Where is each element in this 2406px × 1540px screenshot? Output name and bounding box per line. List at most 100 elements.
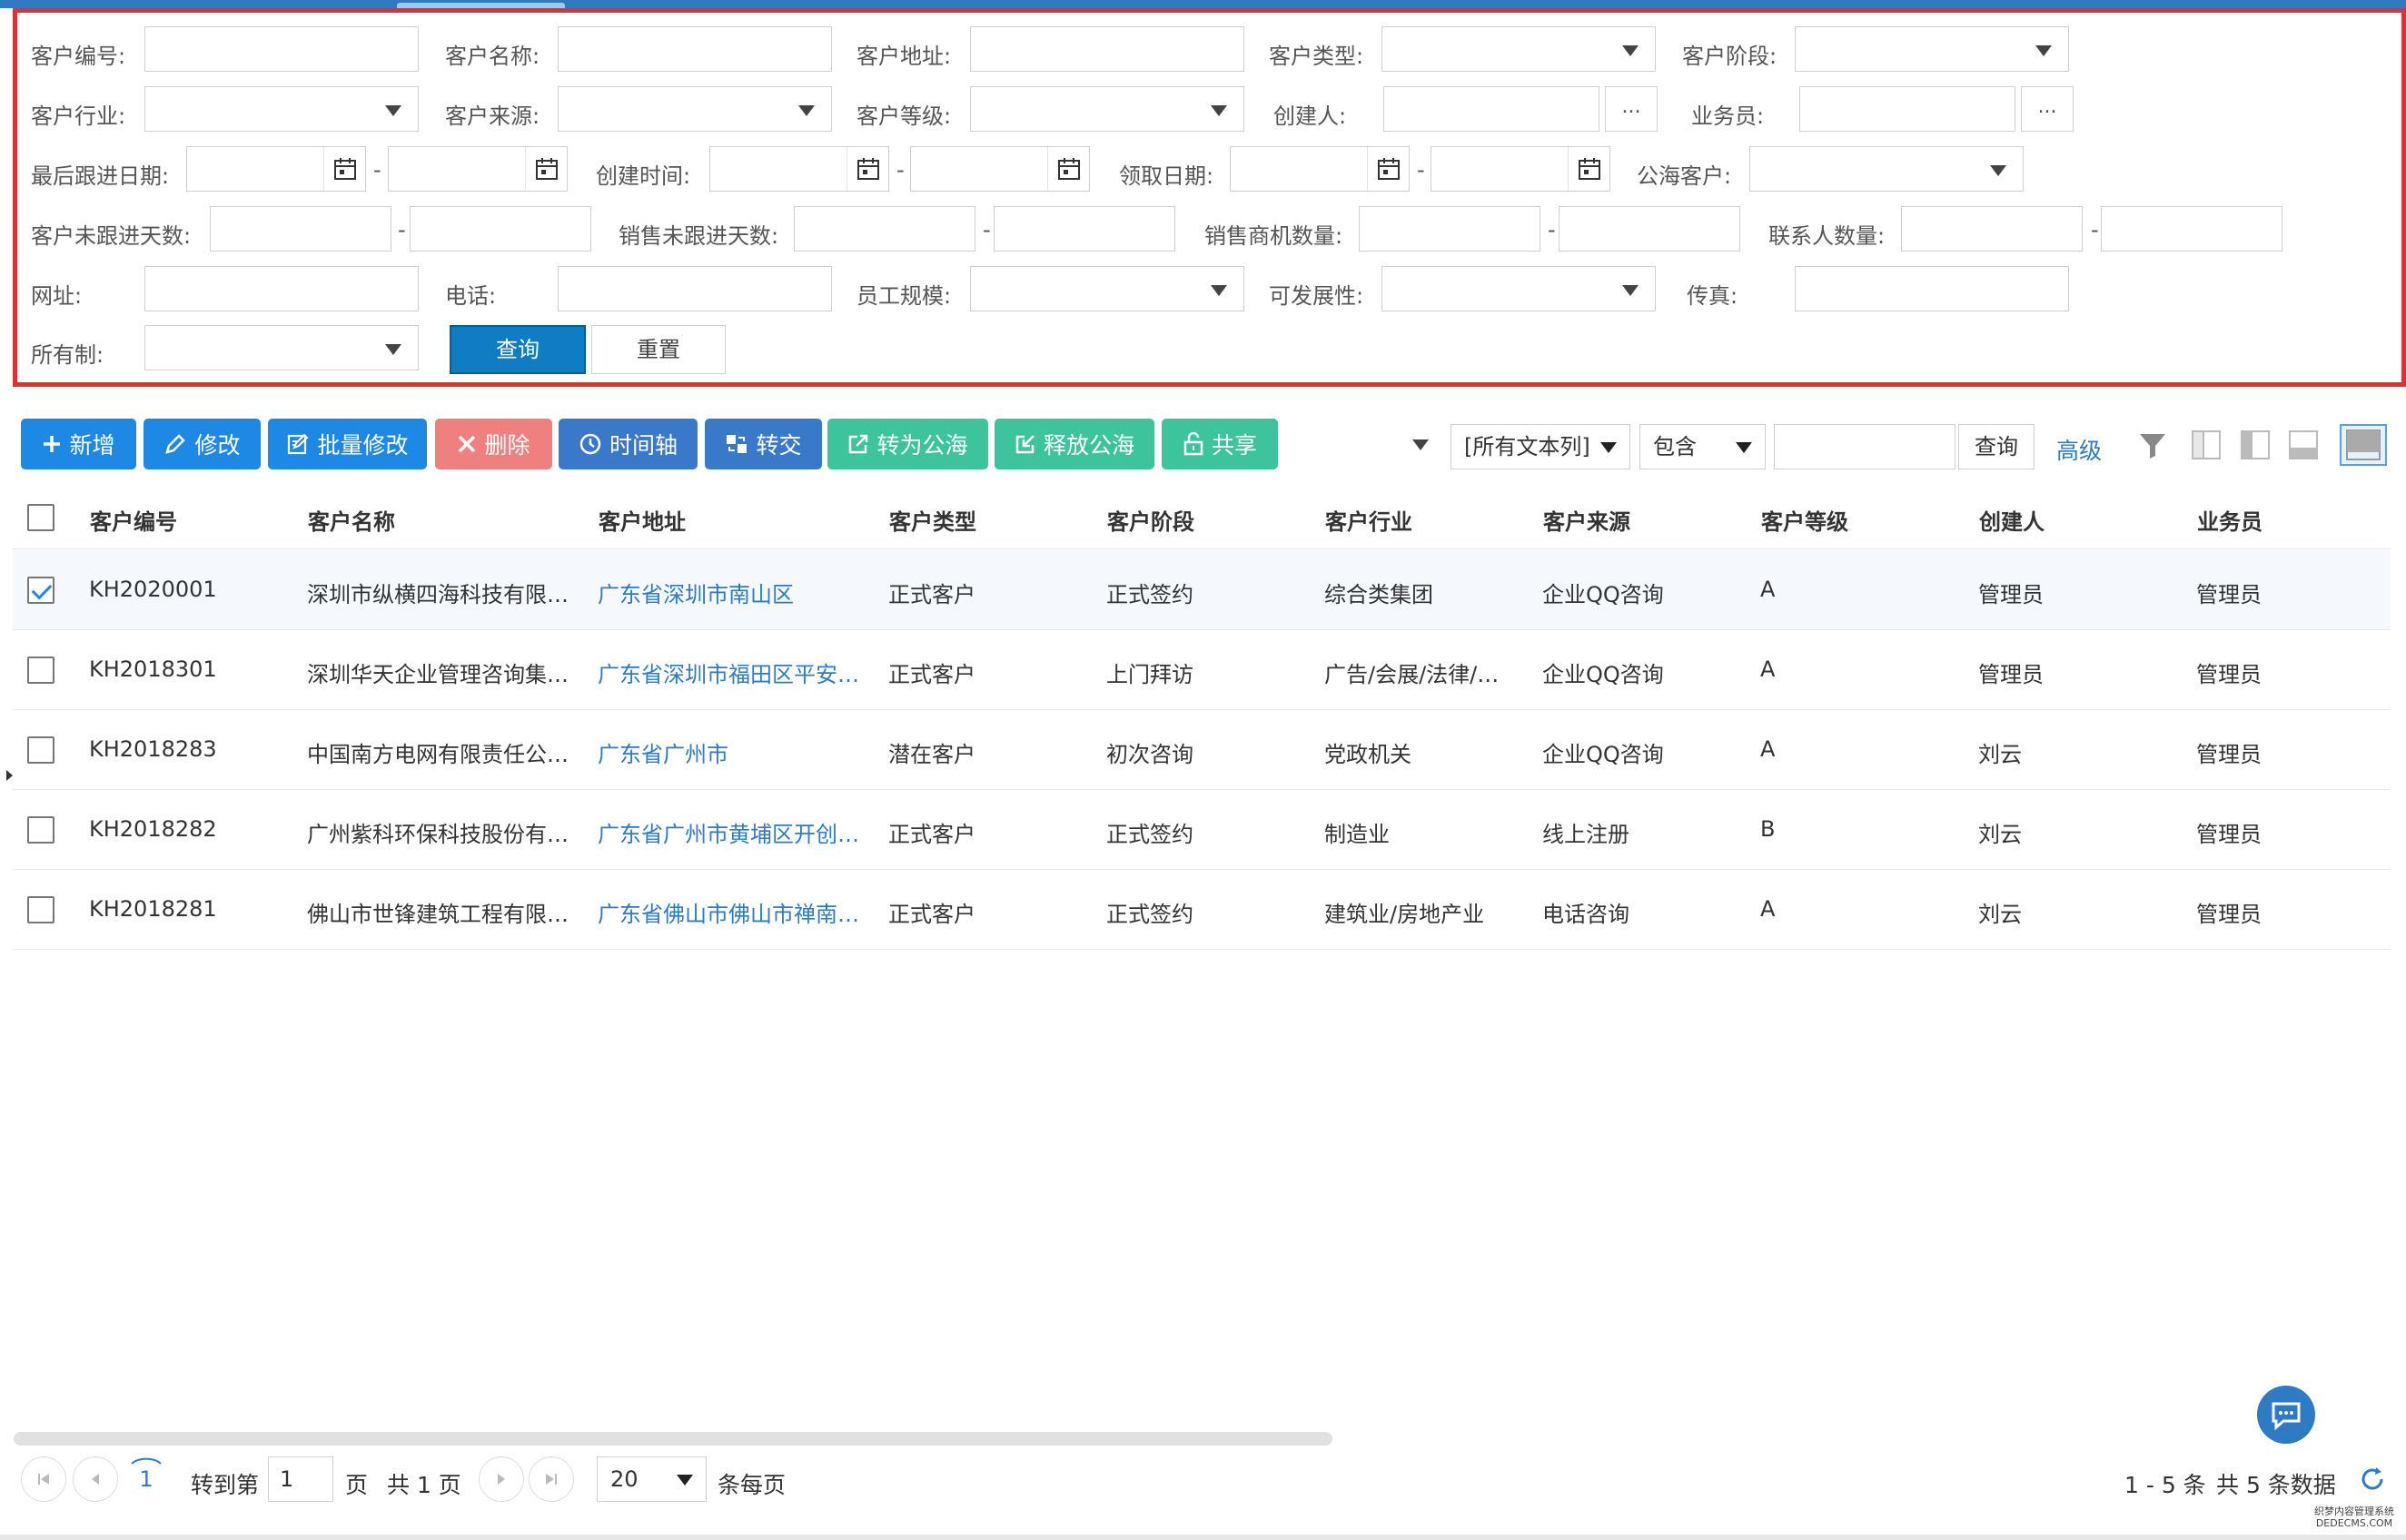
col-customer-level[interactable]: 客户等级: [1761, 504, 1848, 536]
creator-input[interactable]: [1383, 86, 1599, 132]
first-page-icon: [38, 1474, 49, 1485]
delete-button[interactable]: 删除: [435, 419, 552, 469]
calendar-icon[interactable]: [1047, 147, 1089, 191]
search-mode-dropdown-arrow[interactable]: [1412, 439, 1429, 450]
source-select[interactable]: [558, 86, 832, 132]
col-customer-name[interactable]: 客户名称: [308, 504, 395, 536]
to-public-button[interactable]: 转为公海: [827, 419, 988, 469]
transfer-button[interactable]: 转交: [705, 419, 822, 469]
refresh-button[interactable]: [2350, 1456, 2395, 1502]
page-size-select[interactable]: 20: [597, 1456, 707, 1502]
edit-button[interactable]: 修改: [144, 419, 261, 469]
website-input[interactable]: [144, 266, 419, 311]
cell-customer-industry: 综合类集团: [1324, 582, 1433, 607]
creator-picker-button[interactable]: ...: [1605, 86, 1658, 132]
col-salesman[interactable]: 业务员: [2197, 504, 2262, 536]
col-customer-source[interactable]: 客户来源: [1543, 504, 1630, 536]
layout-bottom-icon[interactable]: [2287, 429, 2320, 461]
industry-select[interactable]: [144, 86, 419, 132]
search-value-input[interactable]: [1774, 424, 1955, 469]
claim-date-end[interactable]: [1431, 146, 1610, 192]
contact-count-min[interactable]: [1901, 206, 2083, 252]
calendar-icon[interactable]: [525, 147, 567, 191]
search-operator-select[interactable]: 包含: [1639, 424, 1766, 469]
created-time-end[interactable]: [910, 146, 1090, 192]
contact-count-max[interactable]: [2101, 206, 2282, 252]
staff-size-select[interactable]: [970, 266, 1244, 311]
calendar-icon[interactable]: [323, 147, 365, 191]
timeline-button[interactable]: 时间轴: [559, 419, 698, 469]
opportunity-count-min[interactable]: [1359, 206, 1540, 252]
filter-icon[interactable]: [2136, 429, 2169, 461]
potential-select[interactable]: [1381, 266, 1656, 311]
layout-full-icon[interactable]: [2340, 424, 2387, 466]
horizontal-scrollbar[interactable]: [14, 1432, 1332, 1446]
col-customer-stage[interactable]: 客户阶段: [1107, 504, 1194, 536]
cell-customer-address[interactable]: 广东省广州市: [598, 736, 875, 768]
calendar-icon[interactable]: [847, 147, 888, 191]
cell-customer-address[interactable]: 广东省佛山市佛山市禅南…: [598, 896, 875, 928]
add-button[interactable]: 新增: [21, 419, 136, 469]
col-customer-address[interactable]: 客户地址: [599, 504, 686, 536]
customer-name-input[interactable]: [558, 26, 832, 72]
chat-button[interactable]: [2257, 1386, 2315, 1444]
batch-edit-button[interactable]: 批量修改: [268, 419, 427, 469]
ownership-select[interactable]: [144, 325, 419, 370]
customer-days-min[interactable]: [210, 206, 391, 252]
prev-page-button[interactable]: [73, 1456, 118, 1502]
layout-left-icon[interactable]: [2239, 429, 2272, 461]
next-page-button[interactable]: [479, 1456, 524, 1502]
advanced-search-link[interactable]: 高级: [2056, 433, 2102, 466]
row-checkbox[interactable]: [27, 896, 54, 923]
first-page-button[interactable]: [21, 1456, 66, 1502]
customer-address-input[interactable]: [970, 26, 1244, 72]
search-query-button[interactable]: 查询: [1958, 424, 2035, 469]
col-customer-no[interactable]: 客户编号: [90, 504, 177, 536]
calendar-icon[interactable]: [1367, 147, 1409, 191]
opportunity-count-max[interactable]: [1559, 206, 1740, 252]
last-follow-date-start[interactable]: [186, 146, 366, 192]
fax-input[interactable]: [1795, 266, 2069, 311]
row-checkbox[interactable]: [27, 816, 54, 844]
table-row[interactable]: KH2018283 中国南方电网有限责任公… 广东省广州市 潜在客户 初次咨询 …: [13, 710, 2391, 790]
layout-left-top-icon[interactable]: [2190, 429, 2223, 461]
search-column-select[interactable]: [所有文本列]: [1451, 424, 1630, 469]
cell-customer-address[interactable]: 广东省广州市黄埔区开创…: [598, 816, 875, 848]
col-customer-type[interactable]: 客户类型: [889, 504, 976, 536]
phone-input[interactable]: [558, 266, 832, 311]
filter-query-button[interactable]: 查询: [450, 325, 586, 374]
last-page-button[interactable]: [529, 1456, 574, 1502]
sales-days-min[interactable]: [794, 206, 975, 252]
col-customer-industry[interactable]: 客户行业: [1325, 504, 1412, 536]
sales-days-max[interactable]: [994, 206, 1175, 252]
table-row[interactable]: KH2018282 广州紫科环保科技股份有… 广东省广州市黄埔区开创… 正式客户…: [13, 790, 2391, 870]
salesman-input[interactable]: [1799, 86, 2015, 132]
cell-customer-address[interactable]: 广东省深圳市福田区平安…: [598, 656, 875, 688]
calendar-icon[interactable]: [1568, 147, 1609, 191]
customer-stage-select[interactable]: [1795, 26, 2069, 72]
table-row[interactable]: KH2018281 佛山市世锋建筑工程有限… 广东省佛山市佛山市禅南… 正式客户…: [13, 870, 2391, 950]
goto-page-input[interactable]: 1: [268, 1456, 333, 1502]
last-follow-date-end[interactable]: [388, 146, 568, 192]
table-row[interactable]: KH2018301 深圳华天企业管理咨询集… 广东省深圳市福田区平安… 正式客户…: [13, 630, 2391, 710]
table-row[interactable]: KH2020001 深圳市纵横四海科技有限… 广东省深圳市南山区 正式客户 正式…: [13, 550, 2391, 630]
created-time-start[interactable]: [709, 146, 889, 192]
row-checkbox[interactable]: [27, 736, 54, 764]
cell-customer-type: 正式客户: [888, 662, 975, 687]
salesman-picker-button[interactable]: ...: [2021, 86, 2074, 132]
col-creator[interactable]: 创建人: [1979, 504, 2045, 536]
filter-reset-button[interactable]: 重置: [591, 325, 726, 374]
release-public-button[interactable]: 释放公海: [995, 419, 1154, 469]
cell-customer-address[interactable]: 广东省深圳市南山区: [598, 577, 875, 608]
level-select[interactable]: [970, 86, 1244, 132]
cell-customer-level: A: [1760, 736, 1776, 762]
customer-type-select[interactable]: [1381, 26, 1656, 72]
public-customer-select[interactable]: [1749, 146, 2024, 192]
claim-date-start[interactable]: [1230, 146, 1410, 192]
share-button[interactable]: 共享: [1162, 419, 1278, 469]
customer-days-max[interactable]: [410, 206, 591, 252]
row-checkbox[interactable]: [27, 656, 54, 684]
customer-no-input[interactable]: [144, 26, 419, 72]
select-all-checkbox[interactable]: [27, 504, 54, 531]
row-checkbox[interactable]: [27, 577, 54, 604]
